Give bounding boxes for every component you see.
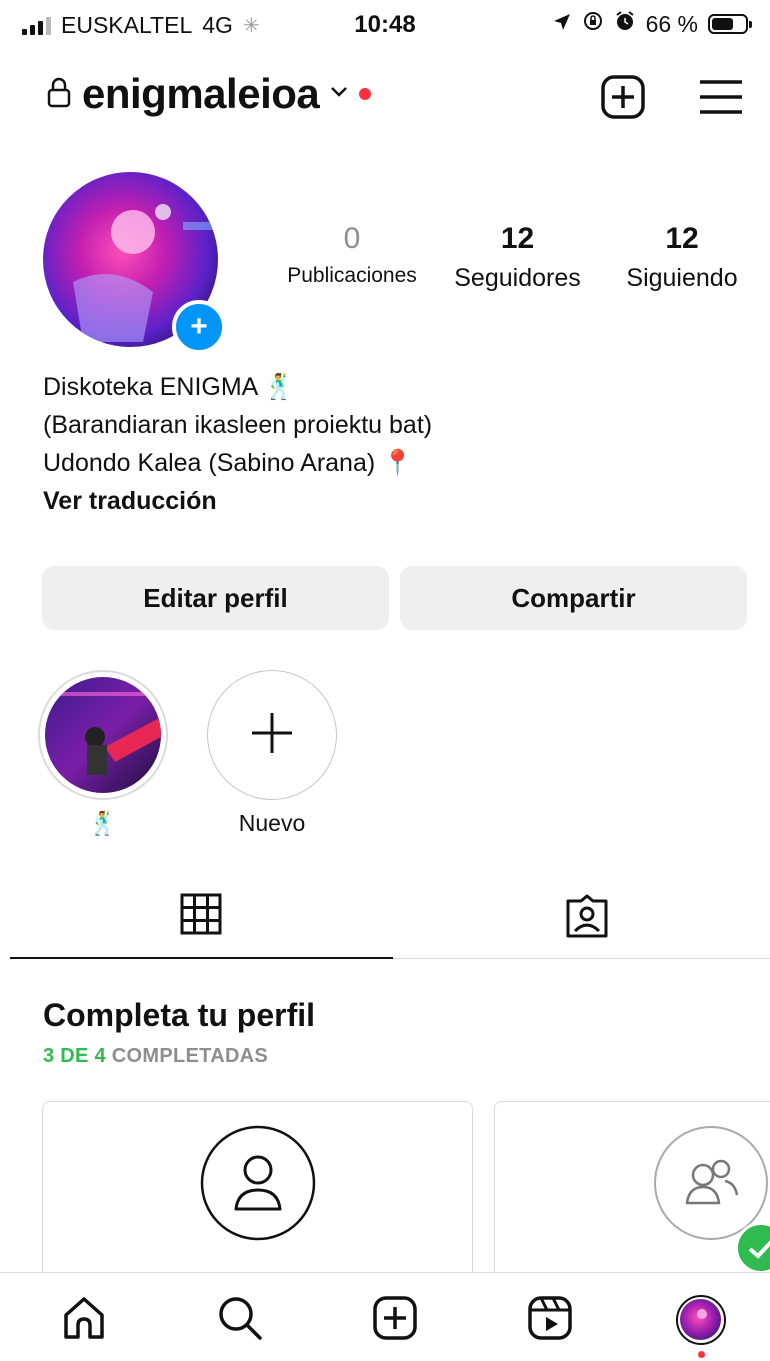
reels-icon — [527, 1296, 573, 1345]
stat-label: Publicaciones — [287, 264, 417, 287]
profile-photo-icon — [200, 1125, 316, 1246]
highlight-label: Nuevo — [238, 810, 306, 836]
username: enigmaleioa — [82, 70, 320, 117]
search-icon — [217, 1297, 263, 1345]
alarm-icon — [614, 10, 636, 38]
stat-publicaciones[interactable]: 0 Publicaciones — [278, 222, 426, 288]
notification-dot — [359, 88, 372, 100]
notification-dot — [698, 1351, 705, 1358]
profile-task-card[interactable] — [42, 1101, 473, 1301]
active-tab-indicator — [10, 957, 393, 959]
stat-label: Siguiendo — [626, 264, 738, 292]
account-switcher[interactable]: enigmaleioa — [46, 70, 372, 118]
nav-home[interactable] — [62, 1295, 106, 1346]
create-button[interactable] — [600, 74, 646, 125]
see-translation-link[interactable]: Ver traducción — [43, 482, 432, 520]
edit-profile-button[interactable]: Editar perfil — [42, 566, 389, 630]
stat-value: 12 — [500, 222, 535, 255]
tagged-icon — [564, 894, 610, 943]
location-icon — [552, 11, 572, 38]
create-icon — [372, 1296, 418, 1345]
status-right: 66 % — [552, 10, 752, 38]
nav-reels[interactable] — [527, 1295, 573, 1346]
profile-task-card[interactable] — [494, 1101, 770, 1301]
lock-icon — [46, 76, 72, 113]
chevron-down-icon — [329, 85, 349, 104]
tab-posts-grid[interactable] — [180, 893, 222, 940]
plus-icon: + — [190, 310, 208, 343]
home-icon — [62, 1297, 106, 1345]
complete-profile-progress: 3 DE 4 COMPLETADAS — [43, 1045, 268, 1068]
menu-button[interactable] — [698, 74, 744, 125]
nav-profile[interactable] — [676, 1295, 726, 1358]
progress-label: COMPLETADAS — [105, 1045, 269, 1067]
profile-header: enigmaleioa — [0, 70, 770, 130]
bio-line: Udondo Kalea (Sabino Arana) 📍 — [43, 449, 414, 477]
progress-count: 3 DE 4 — [43, 1045, 106, 1067]
share-profile-button[interactable]: Compartir — [400, 566, 747, 630]
stat-siguiendo[interactable]: 12 Siguiendo — [612, 222, 752, 293]
tab-tagged[interactable] — [564, 893, 610, 944]
profile-avatar — [676, 1295, 726, 1345]
highlight-label: 🕺 — [88, 810, 118, 836]
battery-percent: 66 % — [645, 10, 698, 37]
nav-create[interactable] — [372, 1295, 418, 1346]
complete-profile-title: Completa tu perfil — [43, 997, 316, 1033]
bio-line: Diskoteka ENIGMA 🕺 — [43, 373, 296, 401]
new-highlight-button[interactable] — [207, 670, 337, 800]
plus-icon — [249, 710, 295, 761]
stat-seguidores[interactable]: 12 Seguidores — [440, 222, 595, 293]
battery-icon — [708, 14, 752, 34]
add-story-button[interactable]: + — [172, 300, 226, 354]
rotation-lock-icon — [582, 10, 604, 38]
grid-icon — [180, 893, 222, 939]
highlight-cover — [45, 677, 161, 793]
nav-search[interactable] — [217, 1295, 263, 1346]
status-bar: EUSKALTEL 4G ✳ 10:48 66 % — [0, 0, 770, 50]
menu-icon — [698, 80, 744, 124]
stat-label: Seguidores — [454, 264, 581, 292]
check-icon — [735, 1222, 770, 1274]
bottom-nav — [0, 1272, 770, 1361]
stat-value: 0 — [343, 222, 361, 255]
profile-bio: Diskoteka ENIGMA 🕺 (Barandiaran ikasleen… — [43, 368, 432, 520]
create-icon — [600, 75, 646, 124]
highlight-item[interactable] — [38, 670, 168, 800]
stat-value: 12 — [665, 222, 699, 255]
bio-line: (Barandiaran ikasleen proiektu bat) — [43, 411, 433, 439]
